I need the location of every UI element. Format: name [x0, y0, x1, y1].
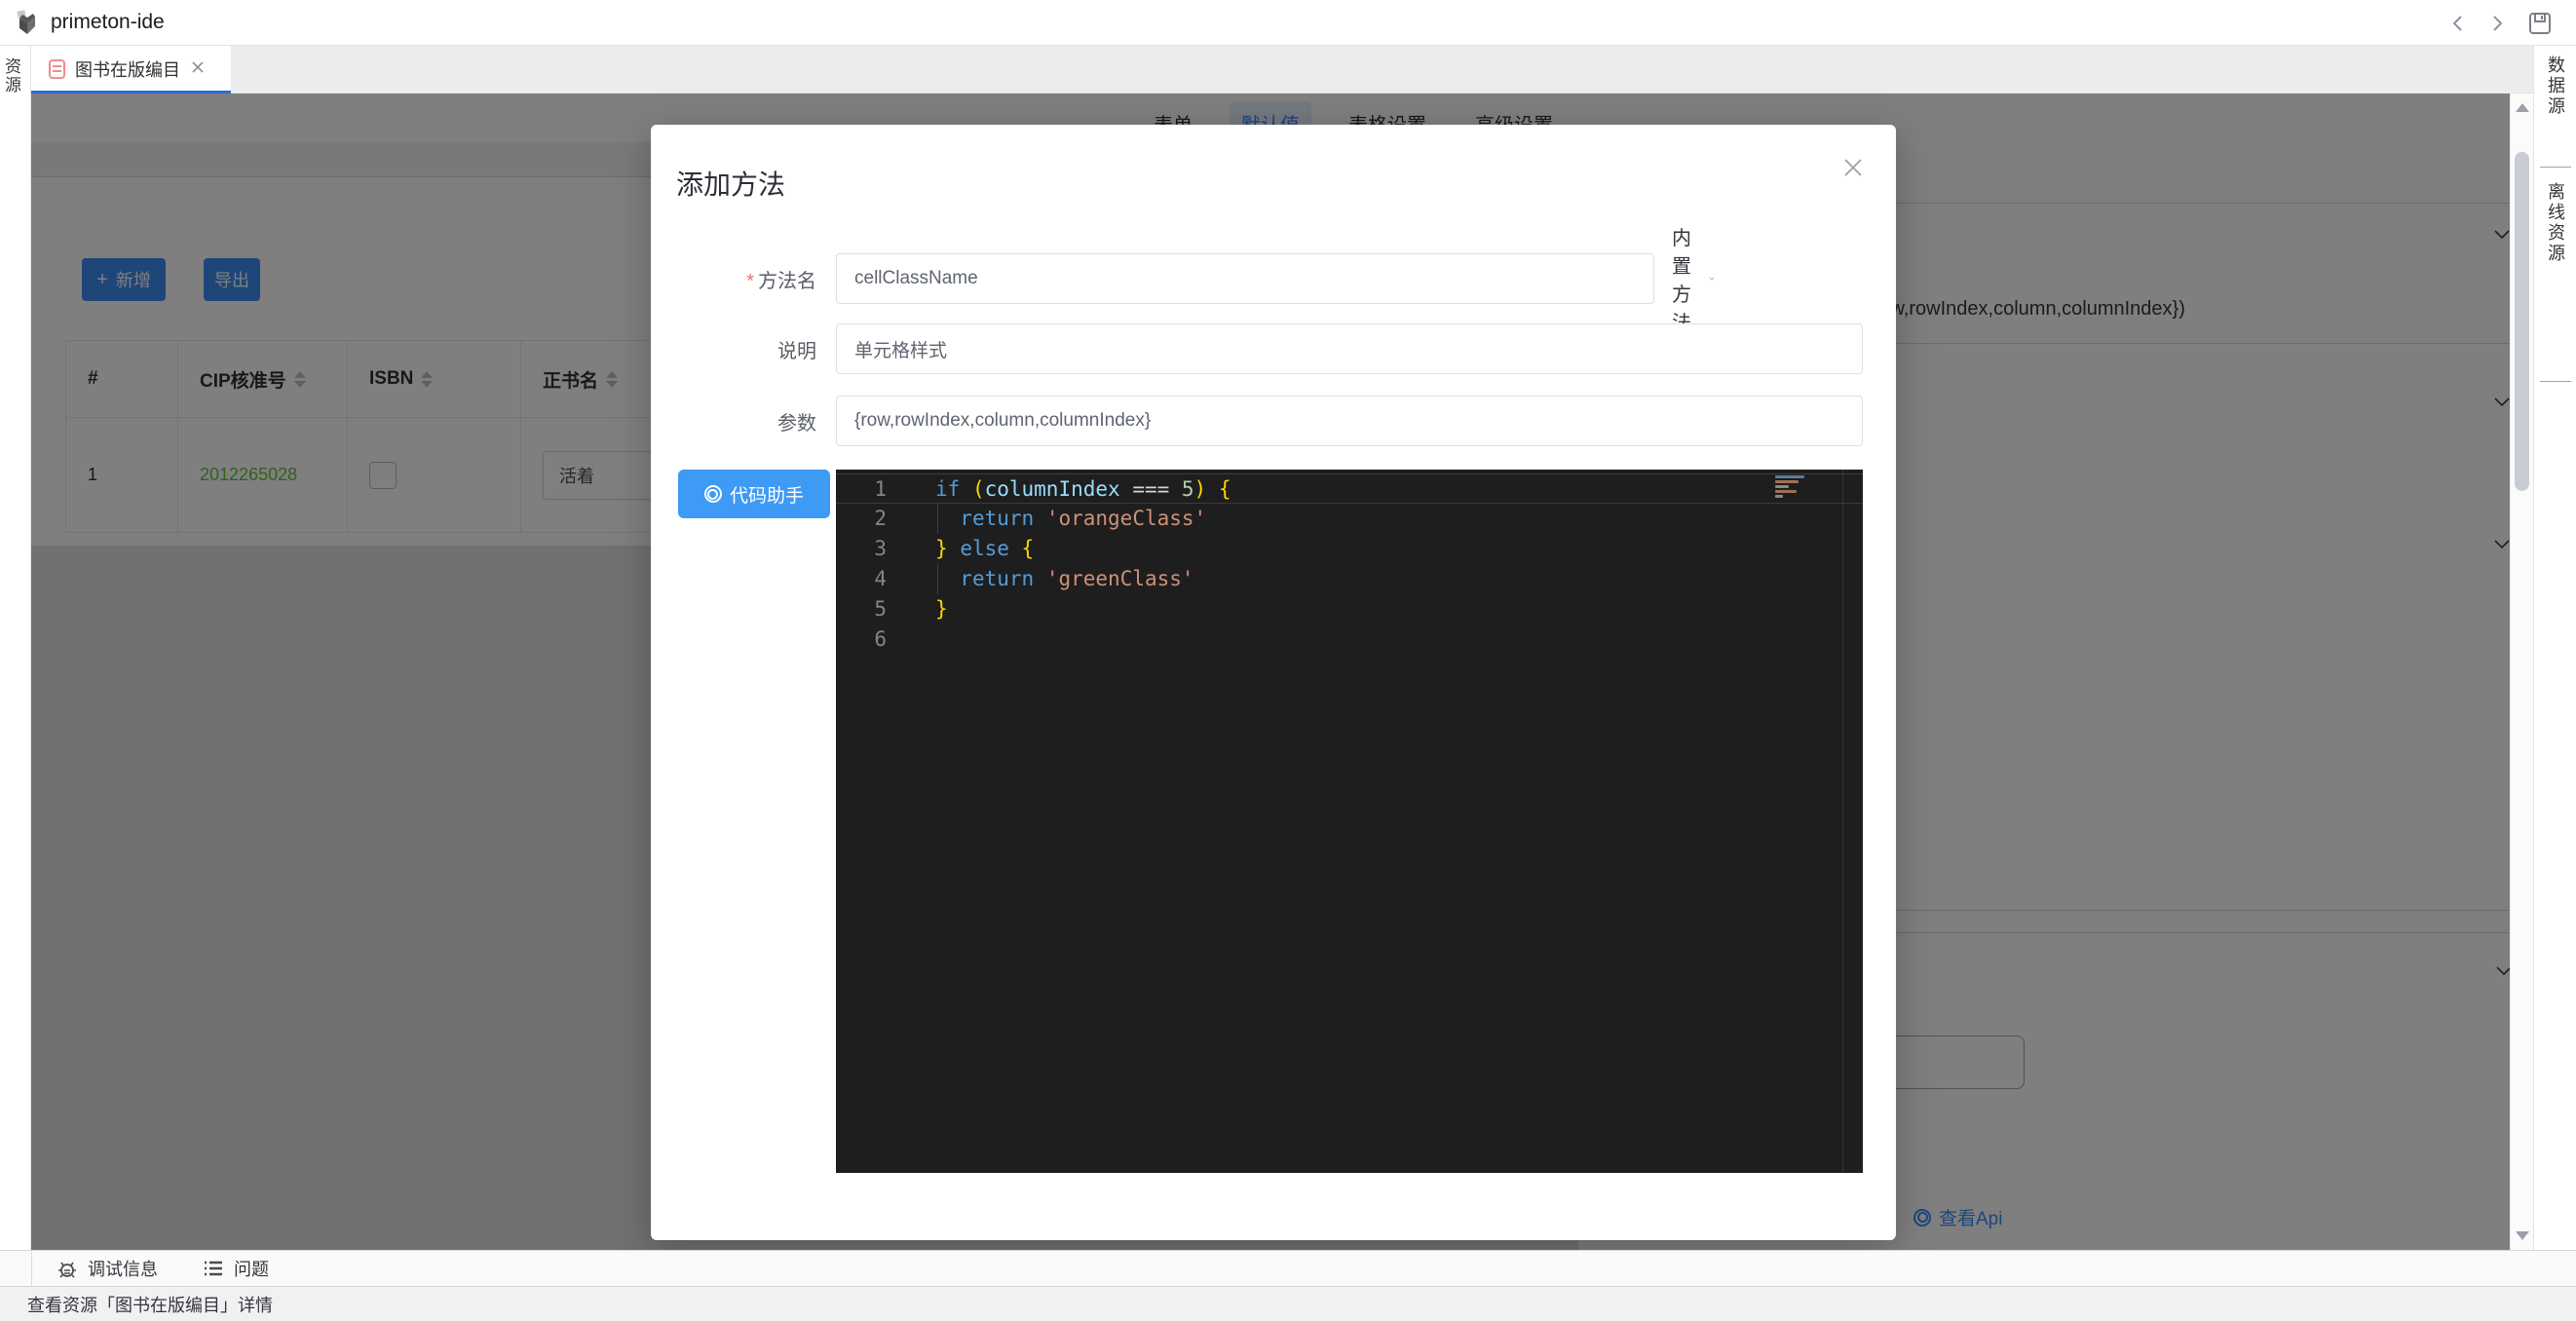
builtin-method-dropdown[interactable]: 内置方法 [1672, 253, 1715, 304]
line-number: 3 [836, 534, 887, 564]
token-plain [1206, 477, 1219, 501]
debug-info-label: 调试信息 [88, 1256, 158, 1281]
tab-book-cip[interactable]: 图书在版编目 [31, 46, 231, 93]
code-line[interactable]: 5} [836, 594, 1863, 624]
params-input[interactable]: {row,rowIndex,column,columnIndex} [836, 396, 1863, 446]
code-line[interactable]: 2 return 'orangeClass' [836, 504, 1863, 534]
token-plain [935, 567, 960, 590]
rail-tab-datasource[interactable]: 数据源 [2534, 56, 2576, 117]
token-string: 'orangeClass' [1046, 507, 1206, 530]
line-number: 6 [836, 624, 887, 655]
method-name-label: 方法名 [651, 265, 816, 293]
sidebar-tab-resources[interactable]: 资源 [0, 57, 31, 94]
code-assistant-button[interactable]: 代码助手 [678, 470, 830, 518]
token-plain [935, 507, 960, 530]
dialog-title: 添加方法 [676, 164, 785, 203]
token-bracket: ) [1194, 477, 1207, 501]
nav-back-icon[interactable] [2449, 15, 2467, 32]
active-tab-underline [31, 91, 231, 94]
status-bar: 查看资源「图书在版编目」详情 [0, 1286, 2576, 1321]
token-plain [1009, 537, 1022, 560]
code-line[interactable]: 1 if (columnIndex === 5) { [836, 473, 1863, 504]
tab-label: 图书在版编目 [75, 57, 180, 82]
token-plain [948, 537, 961, 560]
token-bracket: ( [960, 477, 984, 501]
token-plain [1034, 507, 1046, 530]
token-keyword: return [960, 507, 1034, 530]
builtin-method-label: 内置方法 [1672, 222, 1701, 335]
list-icon [203, 1258, 224, 1279]
chevron-down-icon [1709, 271, 1715, 286]
line-number: 4 [836, 564, 887, 594]
title-bar: primeton-ide [0, 0, 2576, 46]
right-rail: 数据源 离线资源 [2533, 46, 2576, 1286]
code-editor[interactable]: 1 if (columnIndex === 5) {2 return 'orang… [836, 470, 1863, 1173]
token-bracket: { [1022, 537, 1035, 560]
token-operator: === [1120, 477, 1182, 501]
problems-label: 问题 [234, 1256, 269, 1281]
close-icon[interactable] [1839, 156, 1867, 183]
line-number: 5 [836, 594, 887, 624]
form-document-icon [49, 59, 65, 79]
token-string: 'greenClass' [1046, 567, 1194, 590]
token-number: 5 [1182, 477, 1194, 501]
description-label: 说明 [651, 335, 816, 363]
code-line[interactable]: 6 [836, 624, 1863, 655]
rail-tab-offline-resources[interactable]: 离线资源 [2534, 182, 2576, 264]
vertical-scrollbar[interactable] [2510, 94, 2533, 1250]
bug-icon [57, 1258, 78, 1279]
bottom-panel-bar: 调试信息 问题 [0, 1250, 2576, 1286]
debug-info-item[interactable]: 调试信息 [57, 1256, 158, 1281]
code-line[interactable]: 3} else { [836, 534, 1863, 564]
token-bracket: } [935, 597, 948, 621]
token-variable: columnIndex [985, 477, 1120, 501]
token-bracket: { [1219, 477, 1231, 501]
line-number: 2 [836, 504, 887, 534]
token-keyword: return [960, 567, 1034, 590]
params-label: 参数 [651, 407, 816, 435]
token-plain [1034, 567, 1046, 590]
tab-strip: 图书在版编目 [31, 46, 2533, 94]
problems-item[interactable]: 问题 [203, 1256, 269, 1281]
assistant-icon [704, 485, 722, 503]
token-bracket: } [935, 537, 948, 560]
scrollbar-thumb[interactable] [2515, 152, 2529, 491]
code-line[interactable]: 4 return 'greenClass' [836, 564, 1863, 594]
assistant-label: 代码助手 [730, 481, 804, 508]
nav-forward-icon[interactable] [2488, 15, 2506, 32]
app-logo [14, 9, 41, 36]
save-icon[interactable] [2527, 11, 2553, 36]
method-name-input[interactable]: cellClassName [836, 253, 1654, 304]
description-input[interactable]: 单元格样式 [836, 323, 1863, 374]
scroll-down-icon[interactable] [2516, 1231, 2529, 1240]
status-text: 查看资源「图书在版编目」详情 [27, 1292, 273, 1317]
token-keyword: else [960, 537, 1009, 560]
tab-close-icon[interactable] [190, 59, 206, 80]
add-method-dialog: 添加方法 方法名 cellClassName 内置方法 说明 单元格样式 参数 … [651, 125, 1896, 1240]
line-number: 1 [836, 474, 887, 505]
app-title: primeton-ide [51, 11, 165, 34]
scroll-up-icon[interactable] [2516, 103, 2529, 112]
left-rail: 资源 [0, 46, 31, 1286]
token-keyword: if [935, 477, 960, 501]
